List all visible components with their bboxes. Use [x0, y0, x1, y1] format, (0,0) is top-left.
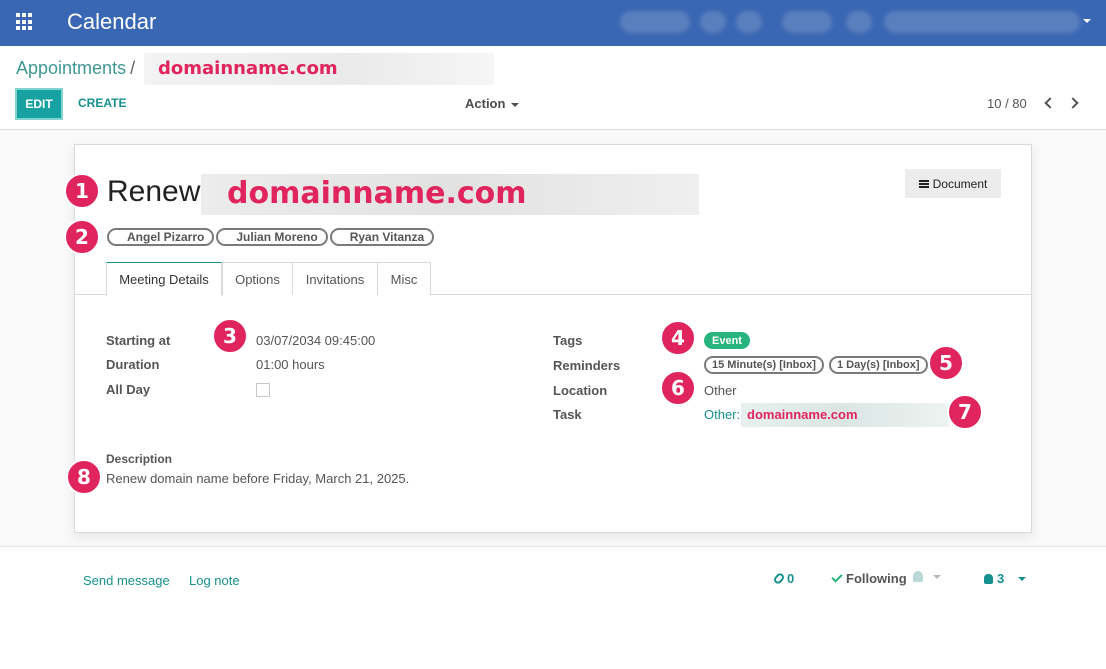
breadcrumb-current: domainname.com [144, 53, 494, 85]
tab-options[interactable]: Options [222, 262, 293, 295]
chatter: Send message Log note 0 Following 3 [0, 546, 1106, 669]
attachments-button[interactable]: 0 [772, 571, 795, 586]
all-day-label: All Day [106, 382, 151, 397]
document-button-label: Document [932, 176, 988, 191]
check-icon [831, 571, 843, 583]
attendee-tag[interactable]: Julian Moreno [216, 228, 328, 246]
tags-label: Tags [553, 333, 583, 348]
breadcrumb-current-label: domainname.com [158, 58, 338, 79]
tab-misc[interactable]: Misc [377, 262, 431, 295]
caret-down-icon [933, 574, 941, 579]
top-navbar: Calendar [0, 0, 1106, 46]
following-button[interactable]: Following [831, 571, 907, 586]
callout-badge: 5 [928, 345, 964, 381]
user-menu-caret-icon[interactable] [1083, 19, 1091, 23]
starting-at-value: 03/07/2034 09:45:00 [256, 333, 376, 348]
user-icon [984, 573, 993, 584]
location-label: Location [553, 383, 608, 398]
followers-count: 3 [997, 571, 1005, 586]
create-button[interactable]: CREATE [78, 96, 126, 110]
record-title-domain: domainname.com [201, 174, 699, 215]
all-day-checkbox[interactable] [256, 383, 270, 397]
callout-badge: 2 [64, 219, 100, 255]
action-dropdown-label: Action [465, 96, 506, 111]
following-label: Following [846, 571, 907, 586]
attendee-tag[interactable]: Angel Pizarro [107, 228, 215, 246]
callout-badge: 1 [64, 173, 100, 209]
duration-label: Duration [106, 357, 160, 372]
paperclip-icon [772, 571, 786, 586]
breadcrumb-separator: / [130, 58, 136, 78]
callout-badge: 8 [66, 459, 102, 495]
blurred-navbar-item [736, 11, 762, 33]
blurred-navbar-item [782, 11, 832, 33]
log-note-button[interactable]: Log note [189, 573, 240, 588]
callout-badge: 4 [660, 320, 696, 356]
followers-dropdown[interactable]: 3 [984, 571, 1027, 586]
event-tag: Event [704, 332, 750, 349]
reminders-label: Reminders [553, 358, 621, 373]
description-label: Description [106, 452, 173, 466]
tab-meeting-details[interactable]: Meeting Details [106, 262, 222, 296]
tab-invitations[interactable]: Invitations [292, 262, 378, 295]
breadcrumb: Appointments / [16, 58, 139, 79]
blurred-navbar-item [846, 11, 872, 33]
reminder-tag[interactable]: 1 Day(s) [Inbox] [829, 356, 928, 374]
callout-badge: 6 [660, 370, 696, 406]
control-panel: Appointments / domainname.com EDIT CREATE… [0, 46, 1106, 130]
blurred-navbar-item [620, 11, 690, 33]
task-link[interactable]: domainname.com [741, 403, 949, 427]
chevron-left-icon [1043, 97, 1056, 109]
task-label: Task [553, 407, 582, 422]
duration-value: 01:00 hours [256, 357, 325, 372]
callout-badge: 7 [947, 394, 983, 430]
attendee-tag[interactable]: Ryan Vitanza [329, 228, 435, 246]
blurred-navbar-item [700, 11, 726, 33]
document-button[interactable]: Document [905, 169, 1001, 198]
app-title: Calendar [67, 9, 157, 34]
bell-icon [913, 571, 923, 582]
blurred-user-menu [884, 11, 1080, 33]
pager-previous-button[interactable] [1038, 93, 1058, 113]
task-link-domain: domainname.com [747, 407, 858, 422]
callout-badge: 3 [212, 318, 248, 354]
notebook-tabs: Meeting Details Options Invitations Misc [75, 262, 1031, 296]
starting-at-label: Starting at [106, 333, 171, 348]
notifications-dropdown[interactable] [913, 571, 941, 582]
record-title-domain-label: domainname.com [227, 176, 527, 211]
breadcrumb-parent[interactable]: Appointments [16, 58, 126, 78]
record-title: Renew [107, 175, 201, 208]
action-dropdown[interactable]: Action [465, 96, 520, 111]
reminder-tag[interactable]: 15 Minute(s) [Inbox] [704, 356, 824, 374]
attendee-tags: Angel Pizarro Julian Moreno Ryan Vitanza [107, 228, 435, 246]
apps-grid-icon[interactable] [16, 13, 34, 31]
location-value: Other [704, 383, 737, 398]
list-icon [918, 179, 929, 188]
task-link-prefix[interactable]: Other: [704, 407, 740, 422]
pager-next-button[interactable] [1064, 93, 1084, 113]
pager-value: 10 / 80 [987, 96, 1027, 111]
caret-down-icon [1018, 576, 1027, 581]
send-message-button[interactable]: Send message [83, 573, 170, 588]
description-value: Renew domain name before Friday, March 2… [106, 471, 410, 486]
attachments-count: 0 [787, 571, 795, 586]
caret-down-icon [511, 102, 520, 107]
edit-button[interactable]: EDIT [15, 88, 63, 120]
chevron-right-icon [1066, 97, 1079, 109]
